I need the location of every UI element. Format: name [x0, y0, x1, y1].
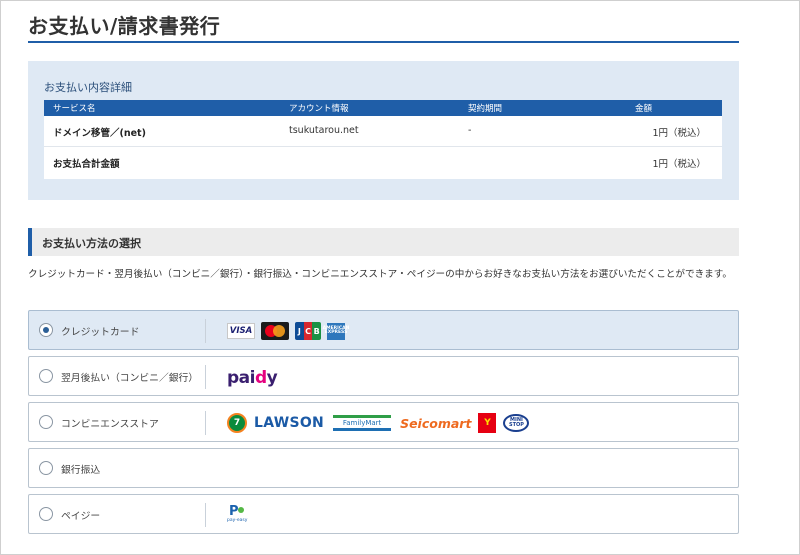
divider [205, 503, 206, 527]
seven-eleven-logo: 7 [227, 413, 247, 433]
jcb-letter-b: B [312, 322, 321, 340]
service-name: ドメイン移管／(net) [53, 128, 146, 139]
option-label: コンビニエンスストア [61, 419, 159, 430]
jcb-logo: J C B [295, 322, 321, 340]
seicomart-logo: Seicomart [400, 415, 472, 431]
payment-detail-heading: お支払い内容詳細 [44, 81, 132, 94]
total-label: お支払合計金額 [53, 159, 120, 170]
payeasy-logo: Ppay-easy [227, 504, 253, 526]
payment-method-heading-text: お支払い方法の選択 [42, 237, 141, 250]
payment-detail-table: サービス名 アカウント情報 契約期間 金額 ドメイン移管／(net) tsuku… [44, 100, 722, 179]
divider [205, 319, 206, 343]
payment-option-payeasy[interactable]: ペイジー Ppay-easy [28, 494, 739, 534]
divider [205, 411, 206, 435]
payeasy-logo-text: pay-easy [227, 518, 248, 523]
jcb-letter-j: J [295, 322, 304, 340]
page-title: お支払い/請求書発行 [28, 14, 221, 38]
deferred-radio[interactable] [39, 369, 53, 383]
paidy-logo-text-d: d [254, 368, 267, 388]
column-account: アカウント情報 [289, 104, 349, 114]
visa-logo: VISA [227, 323, 255, 339]
payment-option-bank-transfer[interactable]: 銀行振込 [28, 448, 739, 488]
total-row: お支払合計金額 1円（税込） [44, 147, 722, 179]
lawson-logo: LAWSON [254, 415, 325, 431]
payment-method-heading: お支払い方法の選択 [28, 228, 739, 256]
payeasy-logo-mark: P [229, 504, 239, 519]
title-underline [28, 41, 739, 43]
paidy-logo-text-y: y [266, 368, 278, 388]
paidy-logos: paidy [227, 366, 278, 388]
table-header: サービス名 アカウント情報 契約期間 金額 [44, 100, 722, 116]
convenience-store-radio[interactable] [39, 415, 53, 429]
column-amount: 金額 [635, 104, 653, 114]
payment-method-description: クレジットカード・翌月後払い（コンビニ／銀行）・銀行振込・コンビニエンスストア・… [28, 269, 732, 280]
payment-detail-panel: お支払い内容詳細 サービス名 アカウント情報 契約期間 金額 ドメイン移管／(n… [28, 61, 739, 200]
credit-card-radio[interactable] [39, 323, 53, 337]
payment-option-credit-card[interactable]: クレジットカード VISA J C B AMERICAN EXPRESS [28, 310, 739, 350]
payment-option-convenience-store[interactable]: コンビニエンスストア 7 LAWSON FamilyMart Seicomart… [28, 402, 739, 442]
option-label: 翌月後払い（コンビニ／銀行） [61, 373, 199, 384]
option-label: ペイジー [61, 511, 101, 522]
divider [205, 365, 206, 389]
option-label: 銀行振込 [61, 465, 101, 476]
column-period: 契約期間 [468, 104, 503, 114]
option-label: クレジットカード [61, 327, 140, 338]
account-info: tsukutarou.net [289, 125, 359, 136]
column-service: サービス名 [53, 104, 96, 114]
card-brand-logos: VISA J C B AMERICAN EXPRESS [227, 320, 349, 342]
daily-yamazaki-logo: Y [478, 413, 497, 433]
payment-option-deferred[interactable]: 翌月後払い（コンビニ／銀行） paidy [28, 356, 739, 396]
mastercard-logo [261, 322, 289, 340]
payeasy-logo-dot [238, 507, 244, 513]
payeasy-radio[interactable] [39, 507, 53, 521]
paidy-logo-text-a: pai [227, 368, 255, 388]
convenience-store-logos: 7 LAWSON FamilyMart Seicomart Y MINI STO… [227, 412, 530, 434]
payeasy-logos: Ppay-easy [227, 504, 253, 526]
jcb-letter-c: C [303, 322, 313, 340]
total-amount: 1円（税込） [652, 159, 706, 170]
table-row: ドメイン移管／(net) tsukutarou.net - 1円（税込） [44, 116, 722, 147]
ministop-logo: MINI STOP [503, 414, 530, 432]
bank-transfer-radio[interactable] [39, 461, 53, 475]
amount: 1円（税込） [652, 128, 706, 139]
paidy-logo: paidy [227, 368, 278, 388]
contract-period: - [468, 125, 472, 136]
familymart-logo: FamilyMart [333, 415, 392, 431]
amex-logo: AMERICAN EXPRESS [323, 322, 349, 340]
